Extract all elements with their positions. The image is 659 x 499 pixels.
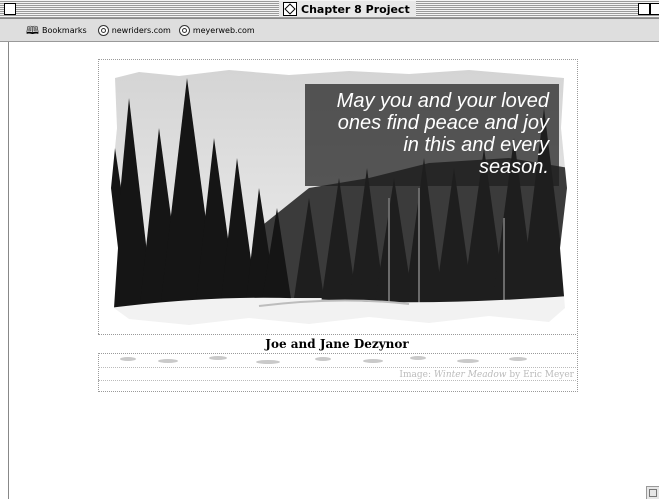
- collapse-box-icon[interactable]: [650, 3, 659, 15]
- toolbar-link-meyerweb[interactable]: meyerweb.com: [175, 24, 259, 36]
- resize-grip-icon[interactable]: [646, 486, 659, 499]
- window-title-group: Chapter 8 Project: [279, 1, 416, 17]
- credit-prefix: Image:: [399, 370, 434, 380]
- credit-suffix: by Eric Meyer: [506, 370, 574, 380]
- globe-icon: [178, 24, 190, 36]
- window-titlebar[interactable]: Chapter 8 Project: [0, 0, 659, 19]
- sender-names: Joe and Jane Dezynor: [98, 334, 576, 354]
- personal-toolbar: 🕮 Bookmarks newriders.com meyerweb.com: [0, 19, 659, 42]
- bookmarks-icon: 🕮: [26, 23, 39, 37]
- zoom-box-icon[interactable]: [638, 3, 650, 15]
- credit-title: Winter Meadow: [433, 370, 507, 380]
- close-box-icon[interactable]: [4, 3, 16, 15]
- toolbar-item-label: newriders.com: [111, 25, 171, 35]
- document-icon: [283, 2, 297, 16]
- decorative-ragged-edge: [108, 353, 568, 367]
- globe-icon: [97, 24, 109, 36]
- image-credit: Image: Winter Meadow by Eric Meyer: [98, 367, 576, 381]
- toolbar-bookmarks-button[interactable]: 🕮 Bookmarks: [22, 25, 91, 36]
- greeting-message: May you and your loved ones find peace a…: [305, 84, 559, 186]
- toolbar-item-label: meyerweb.com: [192, 25, 255, 35]
- window-title: Chapter 8 Project: [301, 2, 410, 16]
- toolbar-link-newriders[interactable]: newriders.com: [94, 24, 175, 36]
- toolbar-item-label: Bookmarks: [41, 25, 87, 35]
